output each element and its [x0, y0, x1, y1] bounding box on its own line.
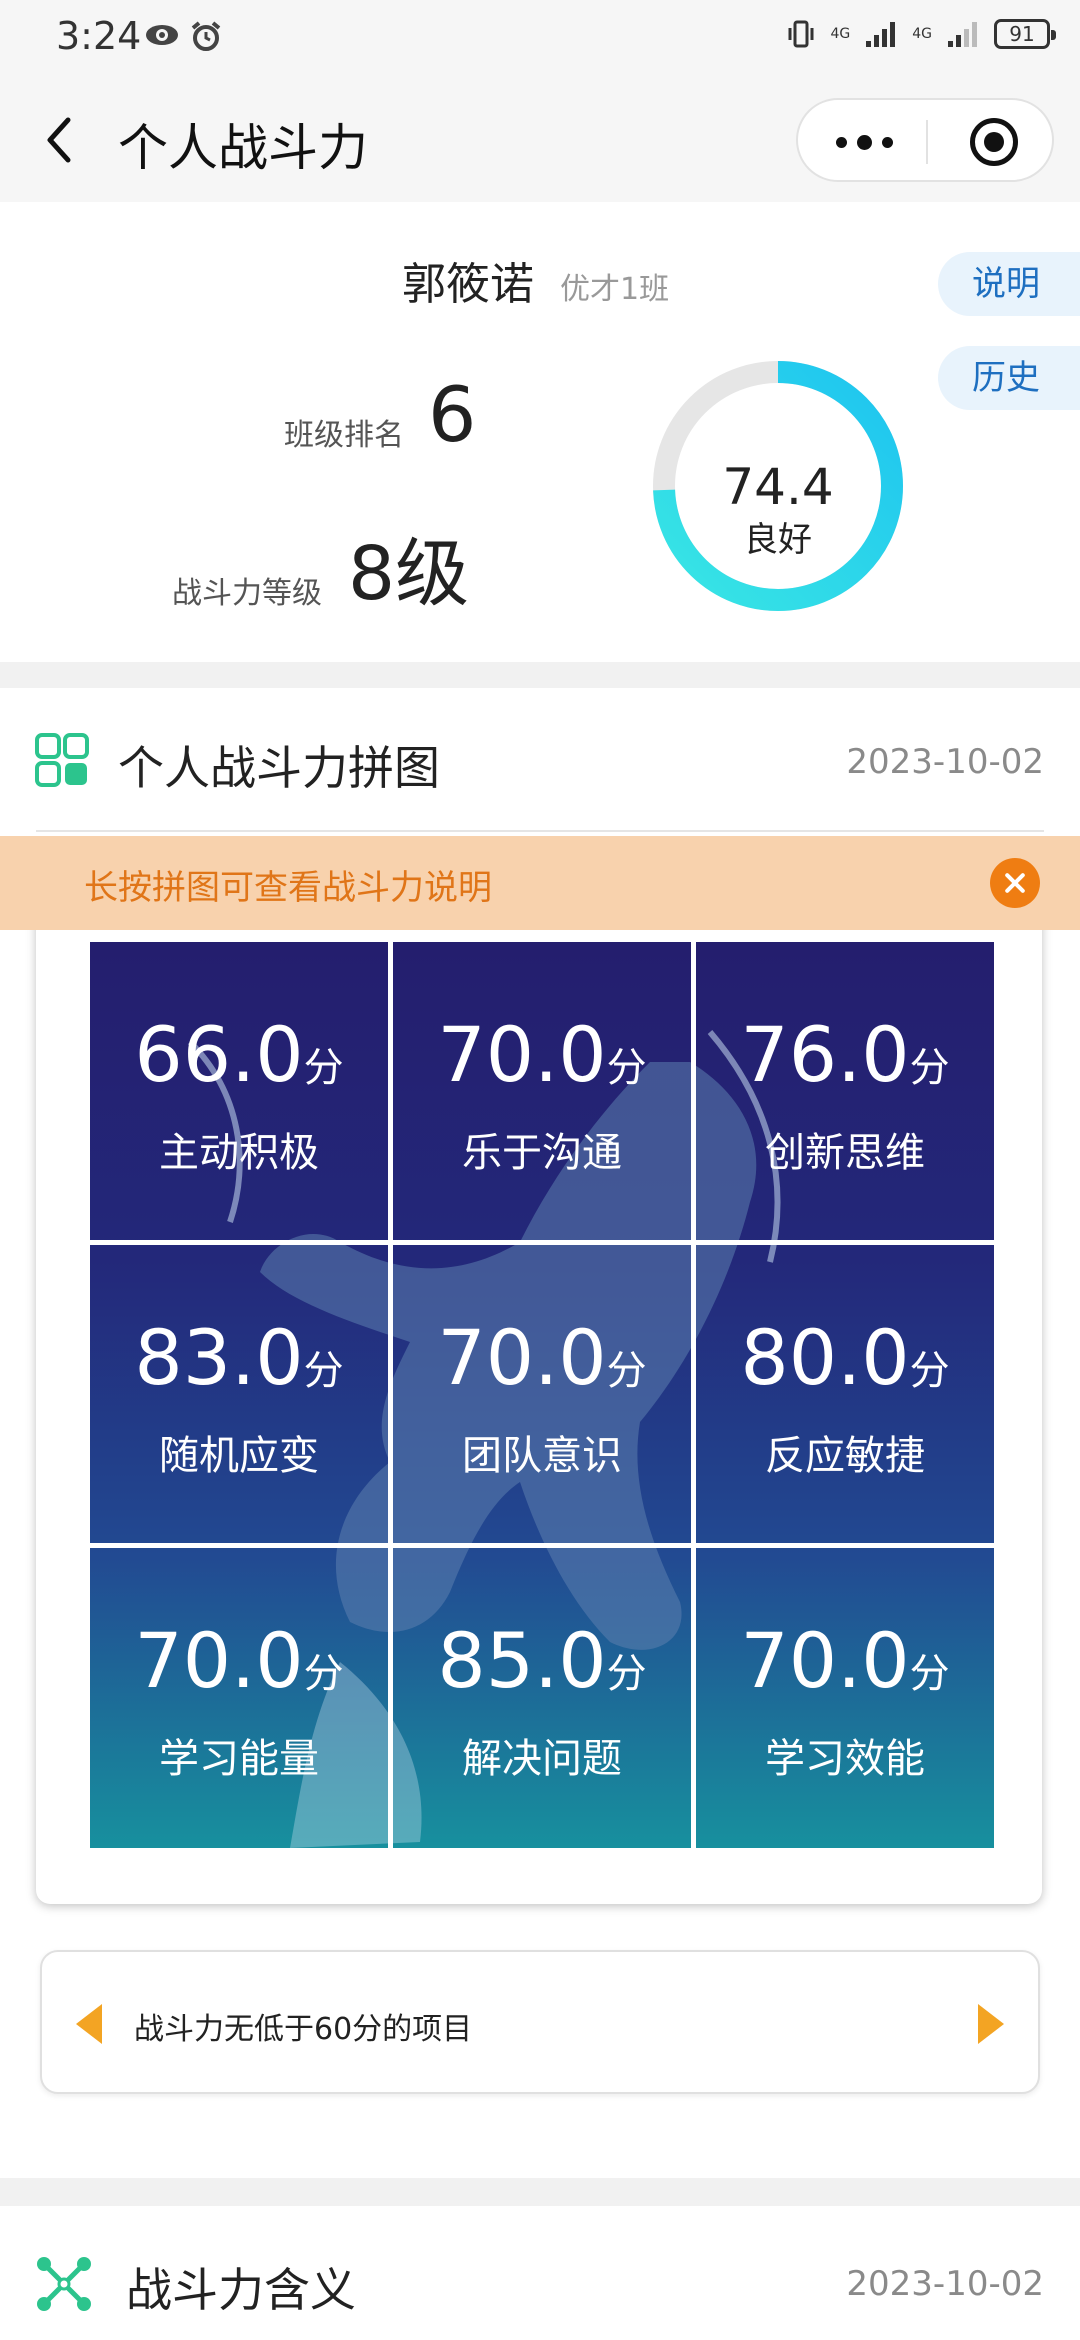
student-class: 优才1班: [560, 272, 670, 307]
puzzle-section-title: 个人战斗力拼图: [118, 741, 440, 795]
tile-score-value: 70.0: [437, 1010, 607, 1099]
tile-score-unit: 分: [606, 1348, 647, 1394]
tile-label: 反应敏捷: [765, 1433, 925, 1479]
vibrate-icon: [788, 20, 814, 48]
tile-score-unit: 分: [909, 1045, 950, 1091]
battery-icon: 91: [994, 19, 1056, 49]
network-type-1: 4G: [830, 26, 851, 42]
puzzle-tile[interactable]: 83.0分 随机应变: [90, 1245, 388, 1543]
prev-arrow-icon[interactable]: [76, 2004, 102, 2044]
puzzle-tile[interactable]: 80.0分 反应敏捷: [696, 1245, 994, 1543]
nav-bar: 个人战斗力: [0, 78, 1080, 202]
tip-text: 长按拼图可查看战斗力说明: [84, 868, 492, 908]
student-name: 郭筱诺: [402, 259, 534, 310]
tile-score-value: 70.0: [740, 1616, 910, 1705]
tile-score: 66.0分: [90, 1010, 388, 1113]
puzzle-tile[interactable]: 76.0分 创新思维: [696, 942, 994, 1240]
puzzle-section-date: 2023-10-02: [846, 742, 1044, 782]
tile-label: 随机应变: [159, 1433, 319, 1479]
tile-label: 主动积极: [159, 1130, 319, 1176]
puzzle-tile[interactable]: 85.0分 解决问题: [393, 1548, 691, 1846]
page-title: 个人战斗力: [118, 119, 368, 177]
tile-score-unit: 分: [606, 1651, 647, 1697]
close-mini-program-button[interactable]: [970, 118, 1018, 166]
tile-score-value: 83.0: [134, 1313, 304, 1402]
puzzle-tile[interactable]: 66.0分 主动积极: [90, 942, 388, 1240]
tile-score: 83.0分: [90, 1313, 388, 1416]
mini-program-capsule: [796, 98, 1054, 182]
tile-score: 70.0分: [696, 1616, 994, 1719]
section-divider: [36, 830, 1044, 832]
puzzle-tile[interactable]: 70.0分 乐于沟通: [393, 942, 691, 1240]
tile-score: 70.0分: [393, 1010, 691, 1113]
network-nodes-icon: [37, 2257, 91, 2311]
tile-score: 70.0分: [393, 1313, 691, 1416]
tile-label: 团队意识: [462, 1433, 622, 1479]
grid-icon: [35, 733, 89, 787]
more-options-button[interactable]: [828, 118, 900, 166]
profile-card: 郭筱诺 优才1班 说明 历史 班级排名 6 战斗力等级 8级 74.4 良好: [0, 202, 1080, 662]
tile-label: 学习效能: [765, 1736, 925, 1782]
tile-score-unit: 分: [606, 1045, 647, 1091]
tile-score-unit: 分: [303, 1045, 344, 1091]
low-score-items-text: 战斗力无低于60分的项目: [134, 2012, 473, 2047]
signal-icon: [866, 22, 896, 47]
low-score-items-box: 战斗力无低于60分的项目: [40, 1950, 1040, 2094]
meaning-section-title: 战斗力含义: [126, 2263, 356, 2317]
tile-score-value: 70.0: [437, 1313, 607, 1402]
tile-score: 85.0分: [393, 1616, 691, 1719]
class-rank-value: 6: [428, 370, 477, 459]
power-puzzle[interactable]: 66.0分 主动积极 70.0分 乐于沟通 76.0分 创新思维 83.0分 随…: [90, 942, 994, 1848]
close-tip-icon[interactable]: [990, 858, 1040, 908]
explain-button[interactable]: 说明: [938, 252, 1080, 316]
network-type-2: 4G: [912, 26, 932, 42]
tile-score-value: 76.0: [740, 1010, 910, 1099]
meaning-section-date: 2023-10-02: [846, 2264, 1044, 2304]
more-dot-icon: [835, 136, 847, 148]
tile-score-unit: 分: [303, 1348, 344, 1394]
tip-banner: 长按拼图可查看战斗力说明: [0, 836, 1080, 930]
puzzle-tile[interactable]: 70.0分 学习能量: [90, 1548, 388, 1846]
meaning-section: 战斗力含义 2023-10-02: [0, 2206, 1080, 2340]
more-dot-icon: [856, 134, 872, 150]
class-rank-label: 班级排名: [284, 418, 404, 453]
power-level-value: 8级: [348, 531, 470, 617]
tile-label: 乐于沟通: [462, 1130, 622, 1176]
eye-icon: [146, 25, 178, 45]
tile-score-unit: 分: [909, 1348, 950, 1394]
overall-score: 74.4: [722, 458, 834, 516]
tile-label: 学习能量: [159, 1736, 319, 1782]
tile-score: 80.0分: [696, 1313, 994, 1416]
tile-score: 76.0分: [696, 1010, 994, 1113]
history-button[interactable]: 历史: [938, 346, 1080, 410]
overall-grade: 良好: [744, 520, 812, 560]
tile-score-value: 70.0: [134, 1616, 304, 1705]
tile-label: 创新思维: [765, 1130, 925, 1176]
power-level-label: 战斗力等级: [172, 576, 322, 611]
tile-score-value: 80.0: [740, 1313, 910, 1402]
puzzle-tile[interactable]: 70.0分 团队意识: [393, 1245, 691, 1543]
signal-weak-icon: [948, 22, 977, 47]
tile-score-unit: 分: [909, 1651, 950, 1697]
tile-score-value: 66.0: [134, 1010, 304, 1099]
more-dot-icon: [881, 136, 893, 148]
tile-label: 解决问题: [462, 1736, 622, 1782]
tile-score-unit: 分: [303, 1651, 344, 1697]
next-arrow-icon[interactable]: [978, 2004, 1004, 2044]
status-time: 3:24: [56, 14, 142, 58]
tile-score-value: 85.0: [437, 1616, 607, 1705]
puzzle-tile[interactable]: 70.0分 学习效能: [696, 1548, 994, 1846]
capsule-divider: [926, 120, 928, 164]
back-arrow-icon[interactable]: [36, 110, 86, 170]
status-bar: 3:24 4G 4G 91: [0, 0, 1080, 78]
tile-score: 70.0分: [90, 1616, 388, 1719]
alarm-icon: [191, 21, 221, 51]
